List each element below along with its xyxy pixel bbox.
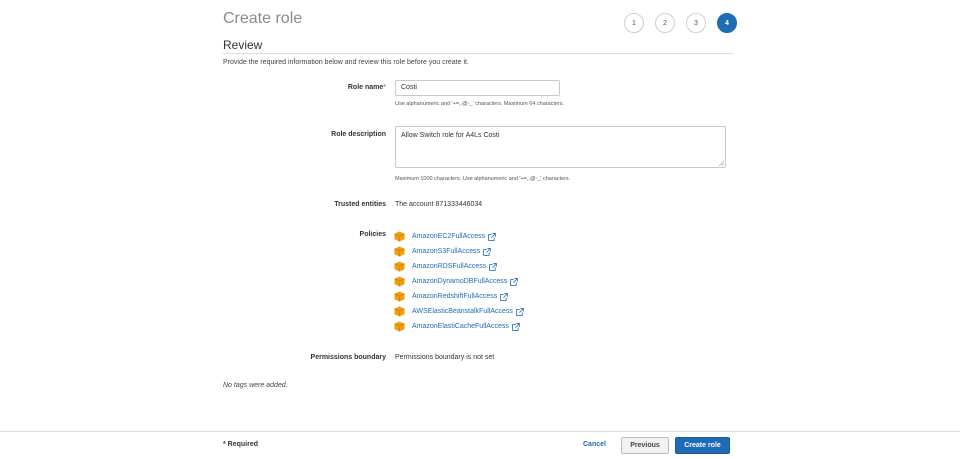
cancel-button[interactable]: Cancel	[583, 441, 606, 448]
policy-item: AmazonEC2FullAccess	[394, 229, 524, 244]
external-link-icon[interactable]	[483, 247, 492, 256]
page-title: Create role	[223, 10, 303, 27]
role-name-input[interactable]: Costi	[395, 80, 560, 96]
permissions-boundary-value: Permissions boundary is not set	[395, 354, 495, 361]
step-1[interactable]: 1	[624, 13, 644, 33]
policies-label: Policies	[359, 231, 386, 238]
trusted-entities-value: The account 871333446034	[395, 201, 483, 208]
required-mark: *	[383, 84, 386, 91]
policy-link[interactable]: AmazonS3FullAccess	[412, 248, 480, 255]
step-4-current: 4	[717, 13, 737, 33]
required-note: * Required	[223, 441, 259, 448]
step-3[interactable]: 3	[686, 13, 706, 33]
policy-cube-icon	[394, 246, 405, 257]
role-name-label: Role name*	[222, 84, 386, 91]
external-link-icon[interactable]	[500, 292, 509, 301]
section-title: Review	[223, 38, 263, 52]
role-description-hint: Maximum 1000 characters. Use alphanumeri…	[395, 176, 571, 182]
resize-grip-icon[interactable]	[719, 161, 724, 166]
policy-link[interactable]: AmazonEC2FullAccess	[412, 233, 485, 240]
create-role-button[interactable]: Create role	[675, 437, 730, 454]
policy-link[interactable]: AmazonRedshiftFullAccess	[412, 293, 497, 300]
policy-item: AmazonS3FullAccess	[394, 244, 524, 259]
previous-button[interactable]: Previous	[621, 437, 669, 454]
policy-link[interactable]: AmazonElastiCacheFullAccess	[412, 323, 509, 330]
role-name-hint: Use alphanumeric and '+=,.@-_' character…	[395, 101, 565, 107]
external-link-icon[interactable]	[489, 262, 498, 271]
no-tags-note: No tags were added.	[223, 382, 288, 389]
role-description-label: Role description	[331, 131, 386, 138]
external-link-icon[interactable]	[512, 322, 520, 331]
footer-divider	[0, 431, 960, 432]
policy-item: AmazonElastiCacheFullAccess	[394, 319, 524, 334]
wizard-steps: 1 2 3 4	[624, 13, 737, 33]
policy-item: AmazonDynamoDBFullAccess	[394, 274, 524, 289]
policy-cube-icon	[394, 291, 405, 302]
external-link-icon[interactable]	[510, 277, 519, 286]
policy-cube-icon	[394, 321, 405, 332]
policy-cube-icon	[394, 231, 405, 242]
policy-link[interactable]: AWSElasticBeanstalkFullAccess	[412, 308, 513, 315]
policy-cube-icon	[394, 276, 405, 287]
policy-item: AWSElasticBeanstalkFullAccess	[394, 304, 524, 319]
role-name-label-text: Role name	[347, 84, 384, 91]
external-link-icon[interactable]	[516, 307, 524, 316]
policy-item: AmazonRDSFullAccess	[394, 259, 524, 274]
section-divider	[223, 53, 733, 54]
policy-item: AmazonRedshiftFullAccess	[394, 289, 524, 304]
policy-link[interactable]: AmazonRDSFullAccess	[412, 263, 486, 270]
permissions-boundary-label: Permissions boundary	[310, 354, 386, 361]
step-2[interactable]: 2	[655, 13, 675, 33]
external-link-icon[interactable]	[488, 232, 497, 241]
role-description-value: Allow Switch role for A4Ls Costi	[401, 132, 500, 139]
section-intro: Provide the required information below a…	[223, 59, 469, 66]
role-description-textarea[interactable]: Allow Switch role for A4Ls Costi	[395, 126, 726, 168]
policy-cube-icon	[394, 261, 405, 272]
policy-cube-icon	[394, 306, 405, 317]
policies-list: AmazonEC2FullAccess AmazonS3FullAccess Ama…	[394, 229, 524, 334]
trusted-entities-label: Trusted entities	[334, 201, 386, 208]
policy-link[interactable]: AmazonDynamoDBFullAccess	[412, 278, 507, 285]
